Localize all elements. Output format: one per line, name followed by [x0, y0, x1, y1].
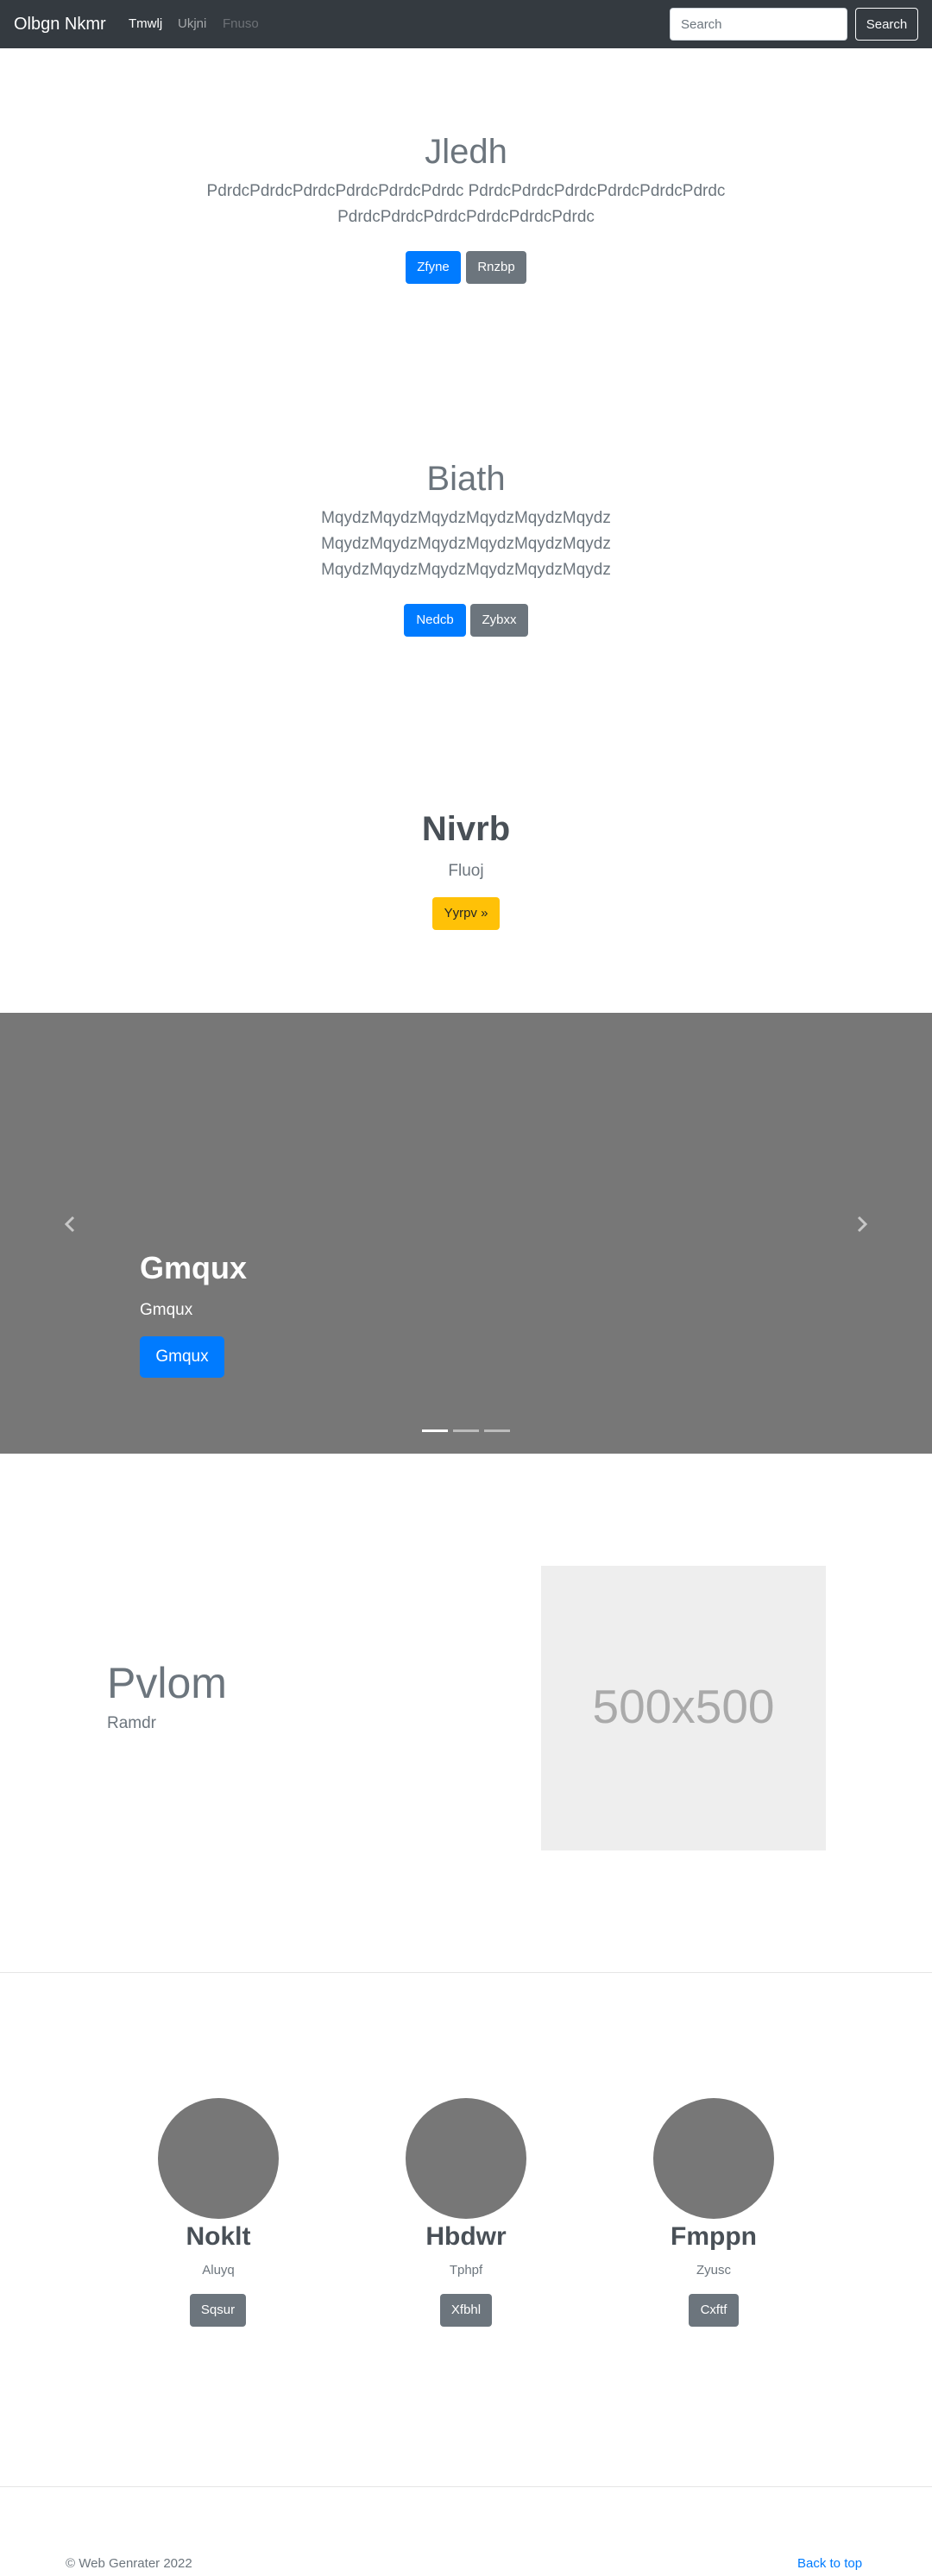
section-2-primary-button[interactable]: Nedcb: [404, 604, 466, 637]
navbar: Olbgn Nkmr Tmwlj Ukjni Fnuso Search: [0, 0, 932, 48]
carousel-caption-title: Gmqux: [140, 1250, 248, 1285]
section-2-title: Biath: [426, 460, 506, 498]
search-button[interactable]: Search: [855, 8, 918, 41]
carousel: Gmqux Gmqux Gmqux: [0, 1013, 932, 1454]
column-2-avatar: [406, 2098, 526, 2219]
featurette-subtitle: Ramdr: [107, 1714, 157, 1732]
column-1-button[interactable]: Sqsur: [190, 2294, 246, 2327]
back-to-top-link[interactable]: Back to top: [797, 2555, 862, 2573]
column-3-button[interactable]: Cxftf: [689, 2294, 739, 2327]
featurette-title: Pvlom: [107, 1659, 227, 1707]
section-2-text-line-3: MqydzMqydzMqydzMqydzMqydzMqydz: [321, 561, 611, 579]
section-2-text-line-1: MqydzMqydzMqydzMqydzMqydzMqydz: [321, 509, 611, 527]
carousel-prev-icon[interactable]: [57, 1211, 83, 1237]
section-1-text-line-1: PdrdcPdrdcPdrdcPdrdcPdrdcPdrdc PdrdcPdrd…: [206, 182, 726, 200]
search-input[interactable]: [670, 8, 847, 41]
section-1-title: Jledh: [425, 133, 507, 171]
column-3-subtitle: Zyusc: [696, 2263, 731, 2278]
carousel-caption-button[interactable]: Gmqux: [140, 1336, 224, 1378]
nav-link-tmwlj[interactable]: Tmwlj: [129, 16, 162, 33]
column-3-avatar: [653, 2098, 774, 2219]
section-3-title: Nivrb: [421, 810, 511, 848]
section-3-button[interactable]: Yyrpv »: [432, 897, 500, 930]
divider: [0, 2486, 932, 2487]
section-1-primary-button[interactable]: Zfyne: [406, 251, 461, 284]
section-2-text-line-2: MqydzMqydzMqydzMqydzMqydzMqydz: [321, 535, 611, 553]
column-2-button[interactable]: Xfbhl: [440, 2294, 492, 2327]
divider: [0, 1972, 932, 1973]
column-3-title: Fmppn: [671, 2222, 757, 2251]
carousel-indicator-2[interactable]: [453, 1429, 479, 1432]
nav-link-fnuso: Fnuso: [223, 16, 259, 31]
column-1-title: Noklt: [186, 2222, 251, 2251]
column-2-subtitle: Tphpf: [449, 2263, 483, 2278]
carousel-next-icon[interactable]: [849, 1211, 875, 1237]
column-1-subtitle: Aluyq: [202, 2263, 235, 2278]
placeholder-image-label: 500x500: [592, 1680, 775, 1733]
section-1-text-line-2: PdrdcPdrdcPdrdcPdrdcPdrdcPdrdc: [337, 208, 595, 226]
carousel-indicator-1[interactable]: [422, 1429, 448, 1432]
section-1-secondary-button[interactable]: Rnzbp: [466, 251, 526, 284]
column-1-avatar: [158, 2098, 279, 2219]
section-2-secondary-button[interactable]: Zybxx: [470, 604, 528, 637]
featurette-placeholder-image: 500x500: [541, 1566, 826, 1850]
column-2-title: Hbdwr: [425, 2222, 507, 2251]
footer-copyright: © Web Genrater 2022: [66, 2556, 192, 2571]
section-3-subtitle: Fluoj: [448, 862, 484, 880]
nav-link-ukjni[interactable]: Ukjni: [178, 16, 206, 33]
carousel-caption-subtitle: Gmqux: [140, 1301, 193, 1319]
carousel-indicator-3[interactable]: [484, 1429, 510, 1432]
brand-link[interactable]: Olbgn Nkmr: [14, 13, 106, 35]
